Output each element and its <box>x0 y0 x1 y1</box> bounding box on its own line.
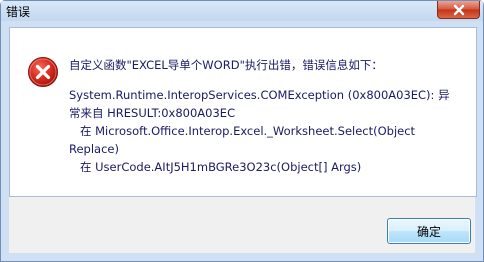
message-line: 在 UserCode.AItJ5H1mBGRe3O23c(Object[] Ar… <box>69 160 362 174</box>
message-line: System.Runtime.InteropServices.COMExcept… <box>69 88 450 102</box>
message-line: 在 Microsoft.Office.Interop.Excel._Worksh… <box>69 124 416 138</box>
message-line: 自定义函数"EXCEL导单个WORD"执行出错，错误信息如下： <box>69 58 383 72</box>
message-line <box>69 74 467 86</box>
error-dialog-window: 错误 自定义函数"EXCEL导单个WORD"执行出错，错误信息如下： Syste… <box>0 0 484 262</box>
message-line: 常来自 HRESULT:0x800A03EC <box>69 106 236 120</box>
message-line: Replace) <box>69 142 119 156</box>
window-title: 错误 <box>6 5 31 19</box>
error-message: 自定义函数"EXCEL导单个WORD"执行出错，错误信息如下： System.R… <box>69 56 467 176</box>
title-bar[interactable]: 错误 <box>1 1 483 21</box>
close-icon <box>453 4 464 15</box>
error-icon <box>28 57 58 87</box>
dialog-footer: 确定 <box>9 197 475 253</box>
close-button[interactable] <box>437 1 480 19</box>
ok-button[interactable]: 确定 <box>387 218 471 244</box>
